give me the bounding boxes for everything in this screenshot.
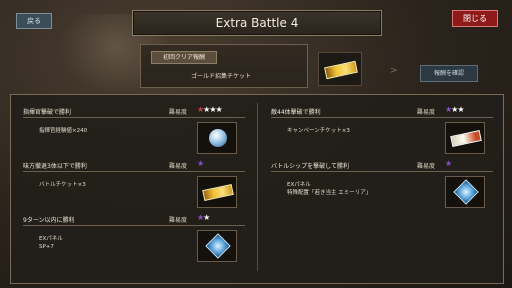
campaign-ticket-icon[interactable] <box>445 122 485 154</box>
difficulty-stars: ★ <box>445 159 452 168</box>
ex-panel-icon[interactable] <box>197 230 237 262</box>
reward-line: 特殊配置「若き当主 エミーリア」 <box>287 190 372 196</box>
difficulty-stars: ★★ <box>197 213 210 222</box>
difficulty-label: 難易度 <box>169 109 188 116</box>
gold-ticket-icon[interactable] <box>318 52 362 86</box>
difficulty-label: 難易度 <box>169 163 188 170</box>
mission-item: バトルシップを撃破して勝利 難易度 ★ EXパネル 特殊配置「若き当主 エミーリ… <box>267 159 493 217</box>
column-divider <box>257 103 258 271</box>
colored-star-icon: ★ <box>197 159 204 168</box>
difficulty-stars: ★★★ <box>445 105 465 114</box>
mission-title: 指揮官撃破で勝利 <box>23 109 72 116</box>
star-icon: ★ <box>457 105 464 114</box>
divider <box>23 225 245 226</box>
reward-line: SP+7 <box>39 244 54 250</box>
mission-item: 9ターン以内に勝利 難易度 ★★ EXパネル SP+7 <box>19 213 245 271</box>
reward-line: EXパネル <box>39 236 63 242</box>
gold-ticket-shape <box>324 60 358 80</box>
difficulty-label: 難易度 <box>417 109 436 116</box>
exp-orb-icon[interactable] <box>197 122 237 154</box>
mission-reward: キャンペーンチケット×3 <box>287 128 350 134</box>
mission-title: 9ターン以内に勝利 <box>23 217 75 224</box>
divider <box>23 117 245 118</box>
mission-reward: EXパネル 特殊配置「若き当主 エミーリア」 <box>287 181 371 197</box>
ticket-shape <box>450 130 482 147</box>
ticket-shape <box>202 184 234 201</box>
difficulty-label: 難易度 <box>417 163 436 170</box>
mission-item: 味方撤退3体以下で勝利 難易度 ★ バトルチケット×3 <box>19 159 245 217</box>
star-icon: ★ <box>203 213 210 222</box>
reward-line: EXパネル <box>287 182 311 188</box>
back-button[interactable]: 戻る <box>16 13 52 29</box>
page-title: Extra Battle 4 <box>132 10 382 36</box>
mission-item: 敵44体撃破で勝利 難易度 ★★★ キャンペーンチケット×3 <box>267 105 493 163</box>
gem-shape <box>453 179 479 205</box>
ex-panel-icon[interactable] <box>445 176 485 208</box>
mission-title: 味方撤退3体以下で勝利 <box>23 163 87 170</box>
mission-reward: 指揮官経験値×240 <box>39 128 88 134</box>
reward-detail-button[interactable]: 報酬を確認 <box>420 65 478 82</box>
mission-panel: 指揮官撃破で勝利 難易度 ★★★★ 指揮官経験値×240 味方撤退3体以下で勝利… <box>10 94 504 284</box>
orb-shape <box>209 129 227 147</box>
first-clear-reward-panel: 初回クリア報酬 ゴールド招集チケット <box>140 44 308 88</box>
mission-reward: バトルチケット×3 <box>39 182 86 188</box>
divider <box>271 171 493 172</box>
mission-item: 指揮官撃破で勝利 難易度 ★★★★ 指揮官経験値×240 <box>19 105 245 163</box>
mission-reward: EXパネル SP+7 <box>39 235 63 251</box>
mission-title: 敵44体撃破で勝利 <box>271 109 321 116</box>
star-icon: ★ <box>215 105 223 114</box>
mission-title: バトルシップを撃破して勝利 <box>271 163 350 170</box>
gold-ticket-icon[interactable] <box>197 176 237 208</box>
difficulty-label: 難易度 <box>169 217 188 224</box>
difficulty-stars: ★ <box>197 159 204 168</box>
arrow-icon: > <box>390 66 398 76</box>
colored-star-icon: ★ <box>445 159 452 168</box>
close-button[interactable]: 閉じる <box>452 10 498 27</box>
first-clear-tag: 初回クリア報酬 <box>151 51 217 64</box>
gem-shape <box>205 233 231 259</box>
divider <box>271 117 493 118</box>
difficulty-stars: ★★★★ <box>197 105 223 114</box>
divider <box>23 171 245 172</box>
first-clear-reward-name: ゴールド招集チケット <box>191 73 252 80</box>
